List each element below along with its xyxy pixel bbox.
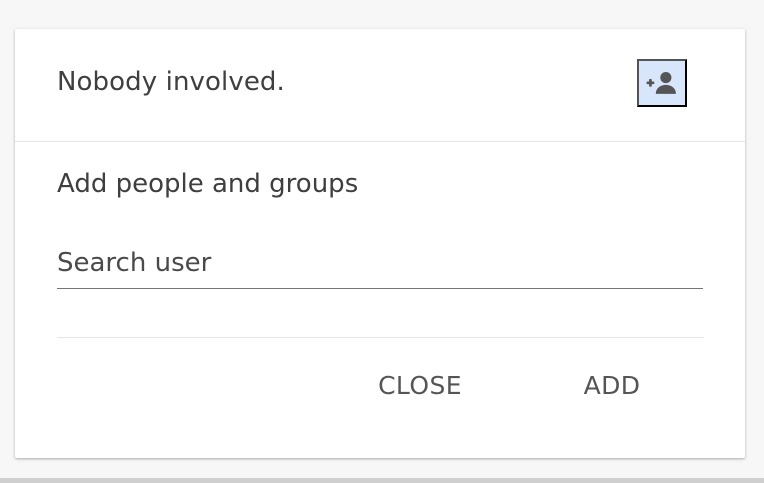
add-button[interactable]: ADD [577, 363, 647, 407]
page: Nobody involved. Add people and groups C… [0, 0, 764, 483]
add-person-button[interactable] [637, 59, 687, 107]
card-header: Nobody involved. [15, 29, 745, 142]
close-button[interactable]: CLOSE [372, 363, 468, 407]
search-user-input[interactable] [57, 237, 703, 289]
people-involved-card: Nobody involved. Add people and groups C… [15, 29, 745, 458]
page-bottom-border [0, 478, 764, 483]
add-people-groups-heading: Add people and groups [57, 169, 359, 199]
person-add-icon [646, 72, 676, 94]
empty-involved-message: Nobody involved. [57, 67, 285, 97]
form-divider [57, 337, 704, 338]
